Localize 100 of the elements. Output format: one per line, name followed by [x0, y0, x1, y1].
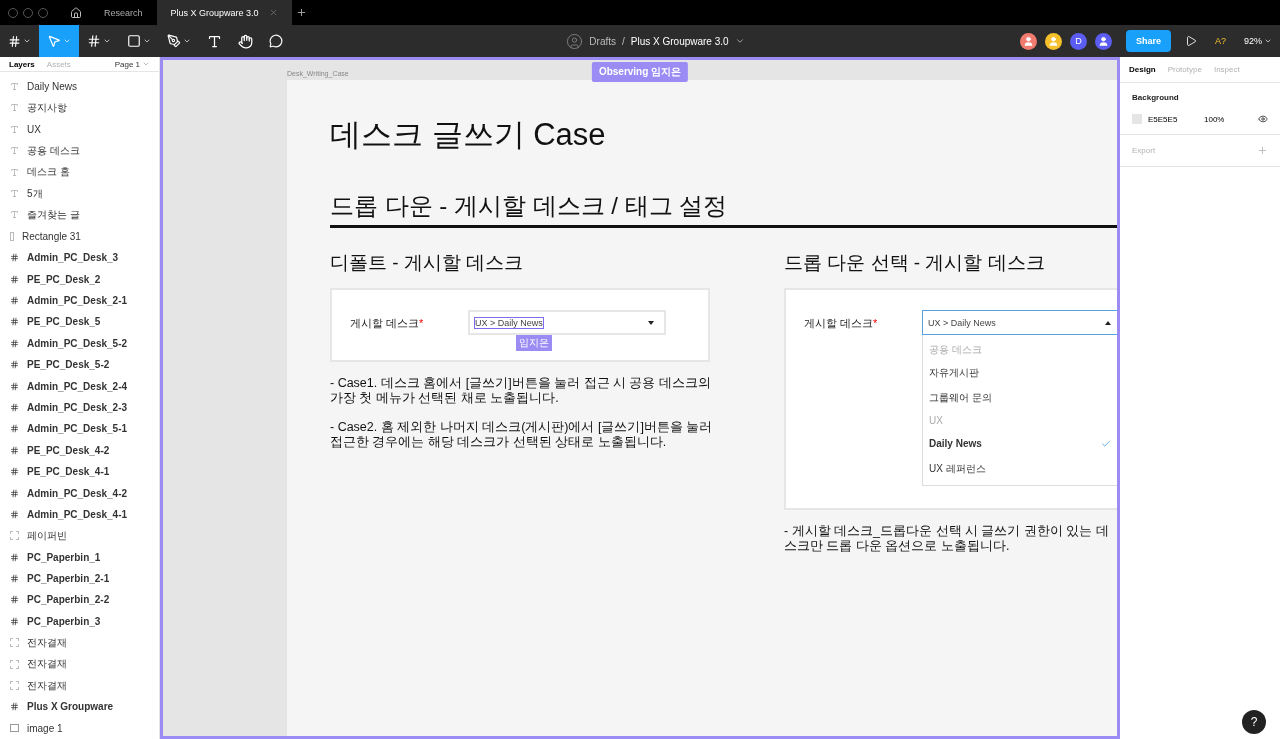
- frame-icon: [10, 509, 19, 519]
- desk-select[interactable]: UX > Daily News: [468, 310, 666, 335]
- column-heading: 드롭 다운 선택 - 게시할 데스크: [784, 252, 1045, 273]
- dropdown-option[interactable]: 자유게시판: [923, 360, 1117, 385]
- layer-name[interactable]: 5개: [27, 186, 43, 201]
- layer-name[interactable]: PE_PC_Desk_4-2: [27, 444, 110, 456]
- new-tab-icon[interactable]: [295, 7, 307, 18]
- check-icon: [1101, 438, 1111, 449]
- zoom-menu[interactable]: 92%: [1244, 36, 1272, 46]
- image-icon: [10, 724, 19, 733]
- layer-name[interactable]: PC_Paperbin_1: [27, 551, 101, 563]
- column-heading: 디폴트 - 게시할 데스크: [330, 252, 524, 273]
- layer-name[interactable]: PC_Paperbin_2-1: [27, 573, 110, 585]
- frame-icon: [10, 402, 19, 412]
- layer-name[interactable]: PC_Paperbin_2-2: [27, 594, 110, 606]
- user-avatar[interactable]: D: [1069, 32, 1087, 50]
- panel-tab[interactable]: Design: [1129, 65, 1156, 74]
- opacity-value[interactable]: 100%: [1204, 114, 1225, 124]
- play-icon[interactable]: [1184, 35, 1197, 47]
- rectangle-icon: [10, 231, 14, 241]
- cursor-label: 임지은: [516, 335, 552, 351]
- layer-name[interactable]: image 1: [27, 722, 63, 734]
- group-icon: [10, 638, 19, 648]
- option-group-label: UX: [929, 415, 943, 426]
- color-swatch[interactable]: [1132, 114, 1142, 124]
- layer-name[interactable]: PE_PC_Desk_4-1: [27, 466, 110, 478]
- file-name[interactable]: Plus X Groupware 3.0: [630, 35, 729, 47]
- page-title: 데스크 글쓰기 Case: [330, 117, 606, 152]
- layer-name[interactable]: Admin_PC_Desk_5-2: [27, 337, 128, 349]
- dropdown-option[interactable]: 그룹웨어 문의: [923, 385, 1117, 410]
- case-note: - 게시할 데스크_드롭다운 선택 시 글쓰기 권한이 있는 데스크만 드롭 다운 옵션으로 노출됩니다.: [784, 524, 1110, 554]
- text-icon: [10, 210, 19, 220]
- speech-bubble-icon: [269, 34, 283, 48]
- layer-name[interactable]: 공지사항: [27, 100, 67, 115]
- text-icon: [10, 189, 19, 199]
- case-note: - Case2. 홈 제외한 나머지 데스크(게시판)에서 [글쓰기]버튼을 눌러 접근한 경우에는 해당 데스크가 선택된 상태로 노출됩니다.: [330, 420, 714, 450]
- frame-icon: [10, 253, 19, 263]
- home-icon[interactable]: [70, 6, 82, 19]
- option-group-label: 공용 데스크: [929, 342, 982, 357]
- layer-name[interactable]: 공용 데스크: [27, 143, 80, 158]
- frame-icon: [10, 702, 19, 712]
- layer-name[interactable]: PC_Paperbin_3: [27, 615, 101, 627]
- text-icon: [10, 82, 19, 92]
- layer-name[interactable]: 전자결재: [27, 657, 67, 672]
- file-tab[interactable]: Plus X Groupware 3.0: [156, 0, 292, 25]
- layer-name[interactable]: Admin_PC_Desk_3: [27, 252, 119, 264]
- caret-icon: [103, 37, 111, 45]
- file-tab[interactable]: Research: [90, 0, 157, 25]
- layer-name[interactable]: Admin_PC_Desk_5-1: [27, 423, 128, 435]
- dropdown-option[interactable]: UX 레퍼런스: [923, 456, 1117, 481]
- user-avatar[interactable]: [1044, 32, 1062, 50]
- frame-icon: [10, 488, 19, 498]
- layer-name[interactable]: PE_PC_Desk_5: [27, 316, 101, 328]
- text-icon: [10, 167, 19, 177]
- dropdown-option[interactable]: Daily News: [923, 431, 1117, 456]
- section-subtitle: 드롭 다운 - 게시할 데스크 / 태그 설정: [330, 192, 728, 219]
- layer-name[interactable]: 페이퍼빈: [27, 528, 67, 543]
- user-avatar[interactable]: [1019, 32, 1037, 50]
- user-avatar[interactable]: [1094, 32, 1112, 50]
- layer-name[interactable]: Admin_PC_Desk_4-2: [27, 487, 128, 499]
- layer-name[interactable]: 데스크 홈: [27, 165, 70, 180]
- layer-name[interactable]: 전자결재: [27, 678, 67, 693]
- hex-value[interactable]: E5E5E5: [1148, 114, 1198, 124]
- group-icon: [10, 531, 19, 541]
- section-heading: Background: [1132, 93, 1180, 102]
- chevron-down-icon[interactable]: [734, 36, 745, 46]
- hash-icon: [87, 34, 101, 48]
- layer-name[interactable]: Admin_PC_Desk_2-1: [27, 295, 128, 306]
- layer-name[interactable]: Daily News: [27, 81, 77, 93]
- layer-name[interactable]: Admin_PC_Desk_2-4: [27, 380, 128, 392]
- close-icon[interactable]: [268, 8, 278, 17]
- group-icon: [10, 659, 19, 669]
- layer-name[interactable]: Admin_PC_Desk_2-3: [27, 401, 128, 413]
- frame-icon: [10, 595, 19, 605]
- person-icon: [1047, 35, 1059, 47]
- person-icon: [1022, 35, 1034, 47]
- layer-name[interactable]: Admin_PC_Desk_4-1: [27, 508, 128, 520]
- page-select[interactable]: Page 1: [114, 59, 150, 69]
- eye-icon[interactable]: [1258, 114, 1268, 124]
- frame-icon: [10, 360, 19, 370]
- frame-icon: [10, 296, 19, 305]
- caret-icon: [143, 37, 151, 45]
- text-icon: [10, 124, 19, 134]
- desk-select[interactable]: UX > Daily News: [922, 310, 1117, 335]
- layer-name[interactable]: Rectangle 31: [22, 230, 81, 242]
- hand-icon: [238, 33, 253, 49]
- layer-name[interactable]: UX: [27, 123, 41, 135]
- layer-name[interactable]: PE_PC_Desk_5-2: [27, 359, 110, 371]
- dropdown-caret-icon: [1105, 320, 1111, 325]
- layer-name[interactable]: 즐겨찾는 글: [27, 207, 80, 222]
- caret-icon: [23, 37, 31, 45]
- panel-tab[interactable]: Layers: [9, 59, 35, 69]
- layer-name[interactable]: 전자결재: [27, 635, 67, 650]
- help-button[interactable]: ?: [1242, 710, 1266, 734]
- folder-link[interactable]: Drafts: [589, 35, 616, 47]
- layer-name[interactable]: PE_PC_Desk_2: [27, 273, 101, 285]
- frame-icon: [10, 381, 19, 391]
- layer-name[interactable]: Plus X Groupware: [27, 701, 114, 713]
- text-icon: [10, 103, 19, 113]
- missing-fonts-button[interactable]: A?: [1214, 36, 1226, 46]
